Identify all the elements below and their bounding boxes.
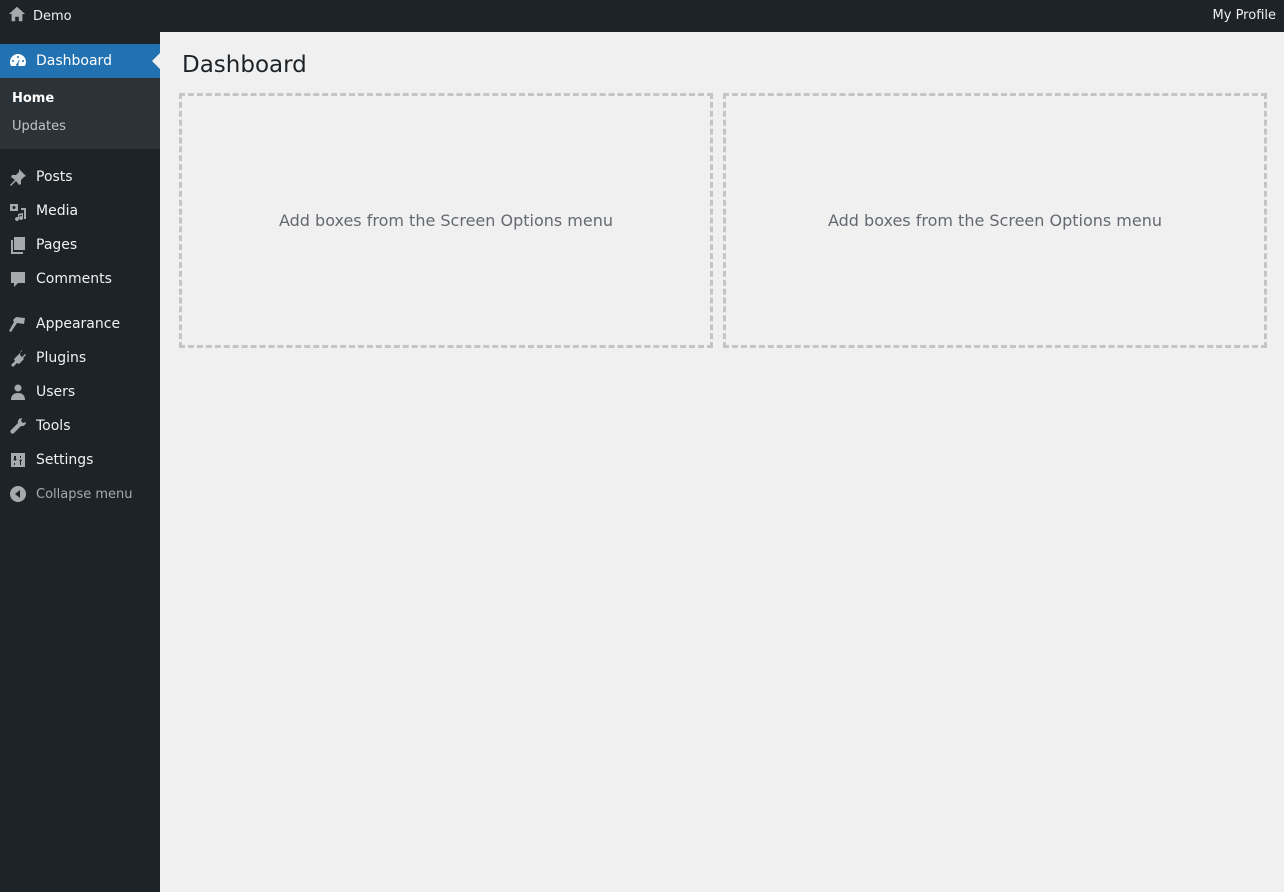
dashboard-submenu: Home Updates — [0, 78, 160, 149]
sidebar-item-label: Pages — [36, 237, 78, 253]
page-title: Dashboard — [182, 52, 307, 78]
sidebar-item-label: Dashboard — [36, 53, 112, 69]
pin-icon — [0, 167, 36, 187]
home-icon — [8, 5, 33, 27]
plug-icon — [0, 348, 36, 368]
sidebar-item-comments[interactable]: Comments — [0, 262, 160, 296]
sidebar-item-plugins[interactable]: Plugins — [0, 341, 160, 375]
pages-icon — [0, 235, 36, 255]
empty-widget-area: Add boxes from the Screen Options menu — [179, 93, 713, 348]
current-arrow — [152, 53, 160, 69]
submenu-home[interactable]: Home — [0, 85, 160, 113]
collapse-icon — [0, 484, 36, 504]
sidebar-item-label: Users — [36, 384, 76, 400]
sidebar-item-settings[interactable]: Settings — [0, 443, 160, 477]
wrench-icon — [0, 416, 36, 436]
main-content: Dashboard Add boxes from the Screen Opti… — [160, 32, 1284, 892]
comment-icon — [0, 269, 36, 289]
sidebar: Dashboard Home Updates Posts Media Pages… — [0, 32, 160, 892]
sidebar-item-appearance[interactable]: Appearance — [0, 307, 160, 341]
empty-area-hint: Add boxes from the Screen Options menu — [278, 211, 614, 230]
sidebar-item-users[interactable]: Users — [0, 375, 160, 409]
sidebar-item-label: Settings — [36, 452, 94, 468]
sidebar-item-label: Appearance — [36, 316, 121, 332]
empty-widget-area: Add boxes from the Screen Options menu — [723, 93, 1267, 348]
collapse-label: Collapse menu — [36, 486, 133, 502]
my-profile-link[interactable]: My Profile — [1213, 0, 1276, 32]
sidebar-item-tools[interactable]: Tools — [0, 409, 160, 443]
sidebar-item-label: Posts — [36, 169, 73, 185]
brush-icon — [0, 314, 36, 334]
sidebar-item-label: Plugins — [36, 350, 87, 366]
sidebar-item-label: Comments — [36, 271, 112, 287]
admin-bar: Demo My Profile — [0, 0, 1284, 32]
sidebar-item-media[interactable]: Media — [0, 194, 160, 228]
media-icon — [0, 201, 36, 221]
settings-icon — [0, 450, 36, 470]
sidebar-item-label: Tools — [36, 418, 71, 434]
sidebar-item-label: Media — [36, 203, 79, 219]
submenu-updates[interactable]: Updates — [0, 113, 160, 141]
dashboard-icon — [0, 51, 36, 71]
sidebar-item-dashboard[interactable]: Dashboard — [0, 44, 160, 78]
collapse-menu-button[interactable]: Collapse menu — [0, 477, 160, 511]
sidebar-item-posts[interactable]: Posts — [0, 160, 160, 194]
site-name-link[interactable]: Demo — [0, 0, 72, 32]
sidebar-item-pages[interactable]: Pages — [0, 228, 160, 262]
user-icon — [0, 382, 36, 402]
empty-area-hint: Add boxes from the Screen Options menu — [827, 211, 1163, 230]
site-name: Demo — [33, 8, 72, 24]
